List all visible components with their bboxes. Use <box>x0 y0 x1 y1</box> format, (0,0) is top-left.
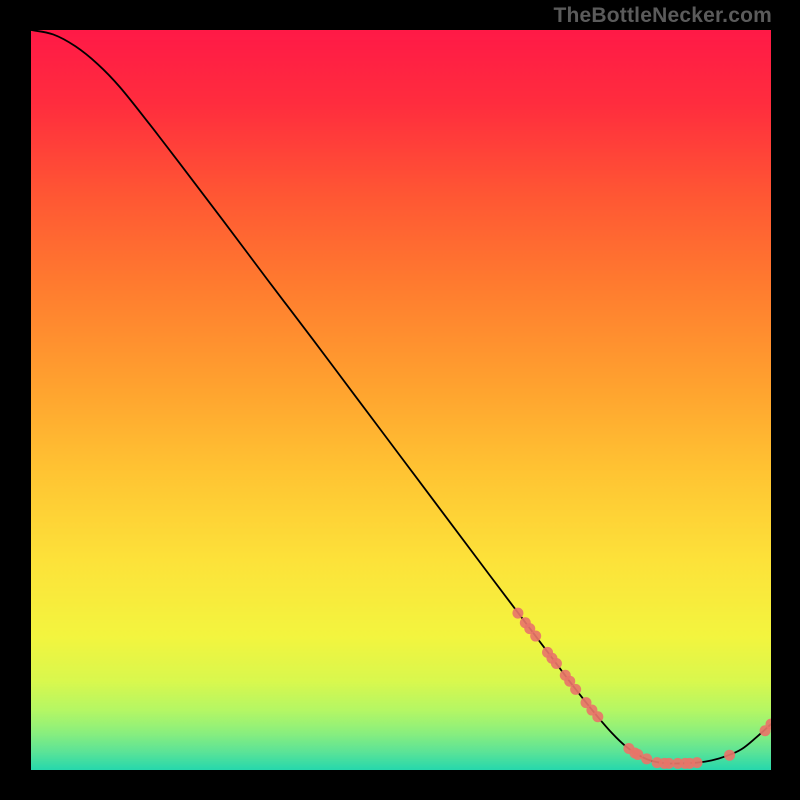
data-marker <box>641 753 652 764</box>
chart-svg <box>31 30 771 770</box>
watermark-text: TheBottleNecker.com <box>553 4 772 28</box>
data-marker <box>570 684 581 695</box>
data-marker <box>512 608 523 619</box>
data-marker <box>530 631 541 642</box>
data-marker <box>724 750 735 761</box>
data-markers <box>512 608 771 769</box>
curve-line <box>31 30 771 764</box>
data-marker <box>551 658 562 669</box>
chart-stage: TheBottleNecker.com <box>0 0 800 800</box>
data-marker <box>692 757 703 768</box>
data-marker <box>592 711 603 722</box>
